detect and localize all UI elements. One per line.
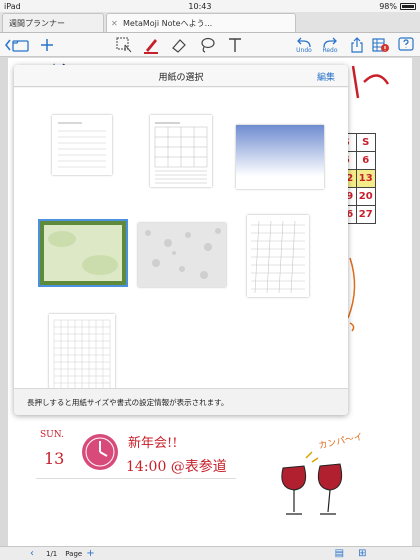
carrier-label: iPad xyxy=(4,1,21,11)
tab-metamoji-note[interactable]: ✕ MetaMoji Noteへよう... xyxy=(106,13,296,32)
calendar-cell: 13 xyxy=(355,169,376,188)
paper-settings-icon xyxy=(372,38,389,52)
paper-thumb-gray-texture[interactable] xyxy=(138,223,226,287)
paper-thumb-slanted-lines[interactable] xyxy=(247,215,309,297)
slanted-lines-paper-icon xyxy=(251,220,305,294)
square-grid-paper-icon xyxy=(53,319,111,391)
lasso-select-tool[interactable] xyxy=(116,35,132,55)
tab-weekly-planner[interactable]: 週間プランナー xyxy=(2,13,104,32)
planner-day-label: SUN. xyxy=(40,430,64,440)
page-view-icon[interactable]: ▤ xyxy=(335,548,344,559)
popover-title: 用紙の選択 xyxy=(158,73,204,83)
paper-settings-button[interactable] xyxy=(372,35,390,55)
calendar-cell: 6 xyxy=(355,151,376,170)
text-tool[interactable] xyxy=(228,35,242,55)
help-button[interactable] xyxy=(398,35,414,55)
page-indicator: 1/1 xyxy=(46,549,58,558)
folder-back-icon xyxy=(5,39,29,52)
document-tab-bar: 週間プランナー ✕ MetaMoji Noteへよう... xyxy=(0,12,420,33)
lined-list-paper-icon xyxy=(58,122,106,168)
pen-tool[interactable] xyxy=(143,35,159,55)
green-leaf-paper-icon xyxy=(48,231,118,275)
lasso-icon xyxy=(201,37,215,53)
status-right: 98% xyxy=(379,2,416,11)
close-tab-icon[interactable]: ✕ xyxy=(111,19,118,28)
paper-thumb-blue-gradient[interactable] xyxy=(236,125,324,189)
status-bar: iPad 10:43 98% xyxy=(0,0,420,12)
back-to-folder-button[interactable] xyxy=(5,35,29,55)
redo-icon xyxy=(323,37,337,47)
text-tool-icon xyxy=(229,38,241,52)
clock: 10:43 xyxy=(188,1,212,11)
plus-icon xyxy=(41,39,53,51)
undo-button[interactable]: Undo xyxy=(296,35,312,55)
redo-label: Redo xyxy=(322,46,338,54)
undo-label: Undo xyxy=(296,46,312,54)
help-icon xyxy=(398,37,414,51)
lasso-tool[interactable] xyxy=(199,35,215,55)
page-navigation-bar: ‹ 1/1 Page + ▤ ⊞ xyxy=(0,546,420,560)
popover-header: 用紙の選択 編集 xyxy=(14,65,348,87)
battery-percent: 98% xyxy=(379,1,397,11)
paper-thumb-lined-list[interactable] xyxy=(52,115,112,175)
tab-label: 週間プランナー xyxy=(9,18,65,28)
planner-line xyxy=(36,478,236,479)
wine-glasses-sketch xyxy=(281,451,343,515)
eraser-icon xyxy=(172,39,186,53)
planner-grid-paper-icon xyxy=(154,122,208,184)
page-label: Page xyxy=(65,549,83,558)
paper-thumb-planner-grid[interactable] xyxy=(150,115,212,187)
calendar-cell: 20 xyxy=(355,187,376,206)
add-page-icon[interactable]: + xyxy=(86,548,94,559)
texture-paper-icon xyxy=(145,228,221,279)
calendar-cell: 27 xyxy=(355,205,376,224)
previous-page-icon[interactable]: ‹ xyxy=(30,548,34,559)
eraser-tool[interactable] xyxy=(171,35,187,55)
pen-icon xyxy=(144,39,158,54)
redo-button[interactable]: Redo xyxy=(322,35,338,55)
handwriting-main: 新年会!! xyxy=(128,436,178,451)
main-toolbar: Undo Redo xyxy=(0,33,420,57)
clock-stamp-icon xyxy=(82,434,118,470)
calendar-cell: S xyxy=(355,133,376,152)
paper-thumb-square-grid[interactable] xyxy=(49,314,115,398)
paper-selection-popover: 用紙の選択 編集 長押しすると用紙サイズや書式の設定情報が表示されます。 xyxy=(14,65,348,415)
undo-icon xyxy=(297,37,311,47)
select-tool-icon xyxy=(116,37,132,53)
edit-button[interactable]: 編集 xyxy=(317,70,335,83)
tab-label: MetaMoji Noteへよう... xyxy=(123,18,213,28)
battery-icon xyxy=(399,2,416,10)
paper-thumb-green-frame[interactable] xyxy=(38,219,128,287)
planner-date: 13 xyxy=(44,449,65,468)
add-note-button[interactable] xyxy=(40,35,54,55)
handwriting-time: 14:00 @表参道 xyxy=(126,459,227,475)
popover-footer: 長押しすると用紙サイズや書式の設定情報が表示されます。 xyxy=(14,388,348,415)
long-press-hint: 長押しすると用紙サイズや書式の設定情報が表示されます。 xyxy=(27,398,229,407)
paper-grid xyxy=(14,88,348,398)
share-button[interactable] xyxy=(350,35,364,55)
page-sorter-icon[interactable]: ⊞ xyxy=(358,548,366,559)
share-icon xyxy=(351,37,363,53)
